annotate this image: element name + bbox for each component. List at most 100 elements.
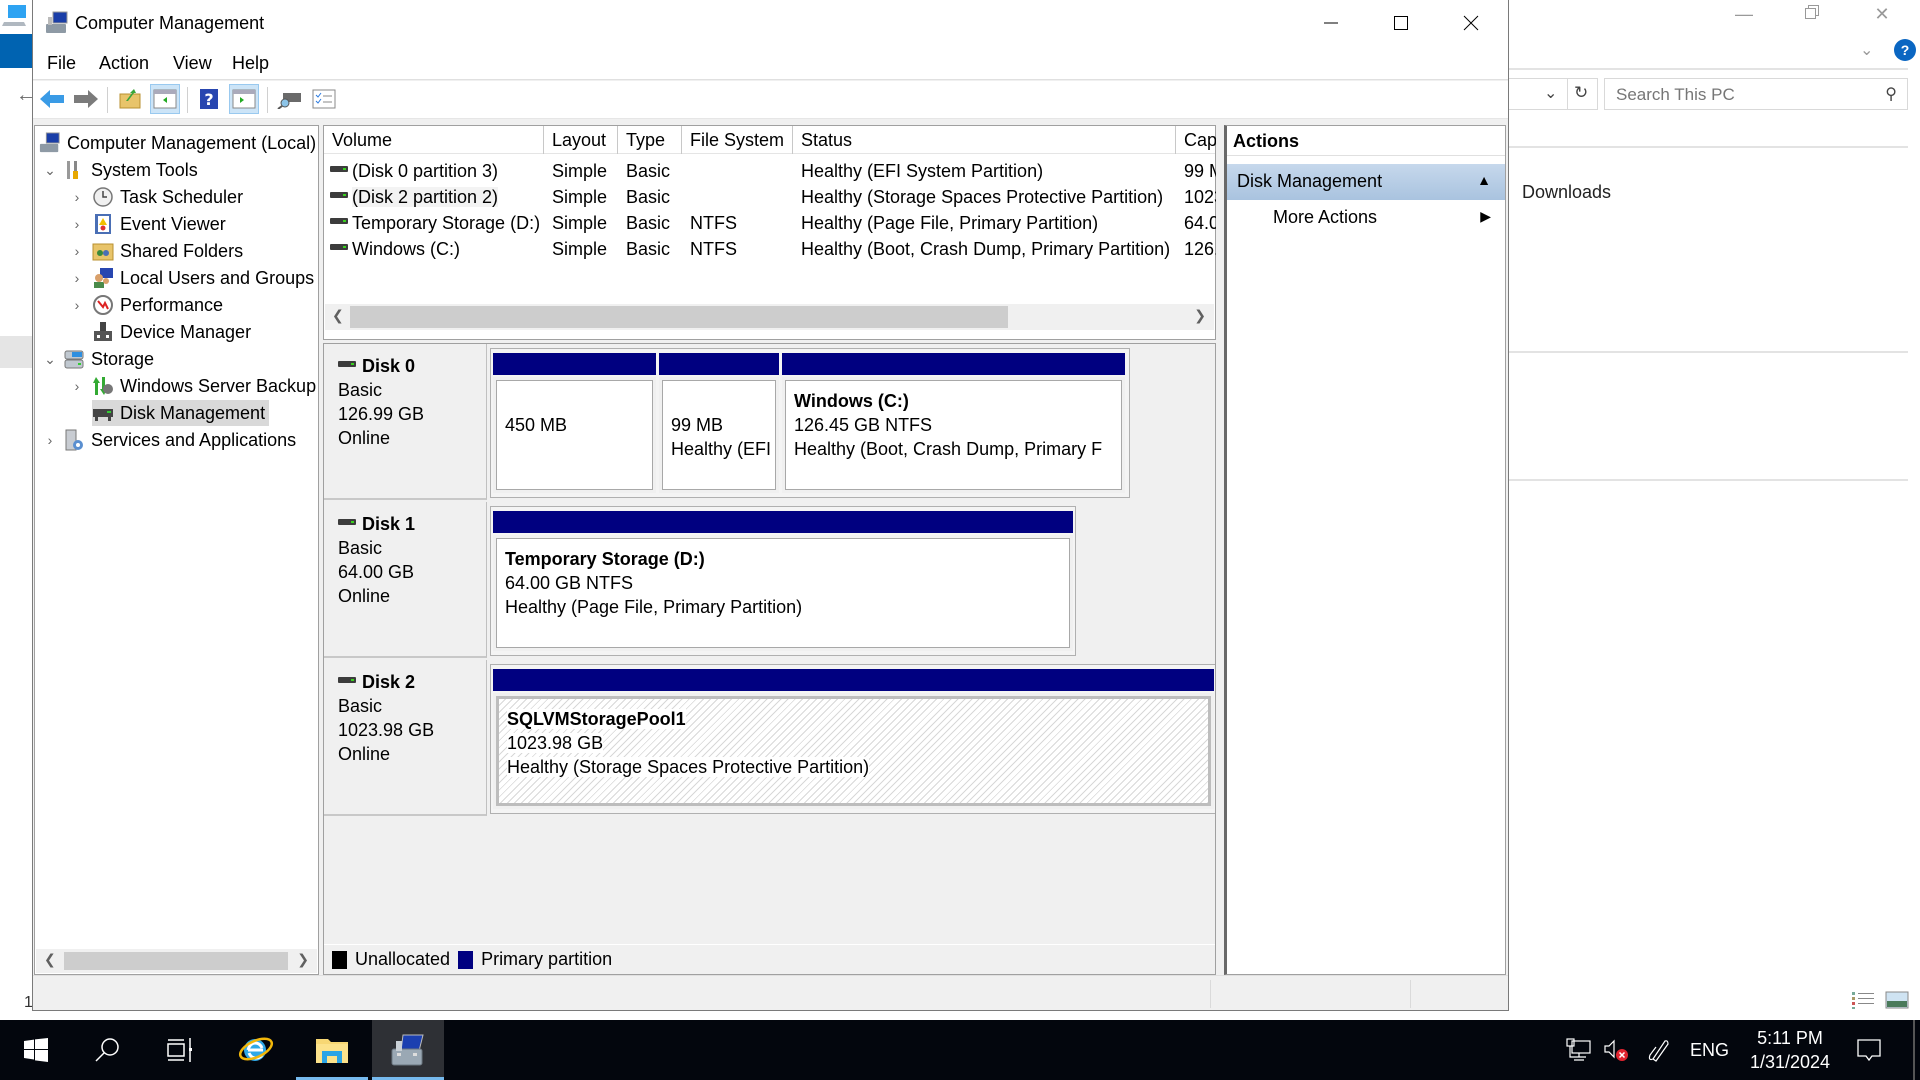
chevron-right-icon[interactable]: › bbox=[43, 432, 57, 448]
address-bar-controls[interactable]: ⌄ bbox=[1508, 78, 1568, 110]
pen-workspace-icon[interactable] bbox=[1647, 1020, 1671, 1080]
chevron-right-icon[interactable]: › bbox=[70, 189, 84, 205]
minimize-icon[interactable]: — bbox=[1724, 4, 1764, 32]
partition[interactable]: Windows (C:) 126.45 GB NTFS Healthy (Boo… bbox=[782, 353, 1125, 493]
folder-up-icon bbox=[119, 89, 141, 109]
scroll-right-icon[interactable]: ❯ bbox=[297, 951, 309, 968]
show-hide-action-pane-button[interactable] bbox=[229, 84, 259, 114]
column-type[interactable]: Type bbox=[618, 126, 682, 154]
details-view-icon[interactable] bbox=[1851, 990, 1875, 1010]
network-icon[interactable] bbox=[1566, 1020, 1592, 1080]
actions-section-disk-management[interactable]: Disk Management ▲ bbox=[1227, 164, 1505, 200]
address-dropdown-icon[interactable]: ⌄ bbox=[1544, 83, 1557, 103]
table-row[interactable]: (Disk 2 partition 2) Simple Basic Health… bbox=[324, 184, 1216, 210]
back-button[interactable] bbox=[37, 84, 67, 114]
table-row[interactable]: (Disk 0 partition 3) Simple Basic Health… bbox=[324, 158, 1216, 184]
close-icon bbox=[1463, 15, 1479, 31]
disk-info[interactable]: Disk 2 Basic 1023.98 GB Online bbox=[324, 660, 487, 816]
column-volume[interactable]: Volume bbox=[324, 126, 544, 154]
refresh-button[interactable]: ↻ bbox=[1568, 78, 1598, 110]
chevron-right-icon[interactable]: › bbox=[70, 243, 84, 259]
menu-help[interactable]: Help bbox=[232, 53, 269, 74]
column-layout[interactable]: Layout bbox=[544, 126, 618, 154]
show-hide-console-tree-button[interactable] bbox=[150, 84, 180, 114]
language-indicator[interactable]: ENG bbox=[1690, 1020, 1729, 1080]
volume-list-horizontal-scrollbar[interactable]: ❮ ❯ bbox=[325, 304, 1214, 330]
task-view-button[interactable] bbox=[144, 1020, 216, 1080]
downloads-item[interactable]: Downloads bbox=[1522, 182, 1611, 203]
table-row[interactable]: Windows (C:) Simple Basic NTFS Healthy (… bbox=[324, 236, 1216, 262]
computer-management-taskbar-button[interactable] bbox=[372, 1020, 444, 1080]
forward-button[interactable] bbox=[71, 84, 101, 114]
ribbon-tab-highlight[interactable] bbox=[0, 34, 32, 68]
connect-drive-button[interactable] bbox=[275, 84, 305, 114]
table-row[interactable]: Temporary Storage (D:) Simple Basic NTFS… bbox=[324, 210, 1216, 236]
tree-item-shared-folders[interactable]: › Shared Folders bbox=[75, 238, 243, 264]
close-icon[interactable]: ✕ bbox=[1862, 4, 1902, 32]
scroll-left-icon[interactable]: ❮ bbox=[44, 951, 56, 968]
restore-icon[interactable] bbox=[1792, 4, 1832, 32]
disk-info[interactable]: Disk 1 Basic 64.00 GB Online bbox=[324, 502, 487, 658]
file-explorer-button[interactable] bbox=[296, 1020, 368, 1080]
column-status[interactable]: Status bbox=[793, 126, 1176, 154]
title-bar[interactable]: Computer Management bbox=[33, 0, 1508, 46]
scrollbar-thumb[interactable] bbox=[350, 306, 1008, 328]
chevron-right-icon[interactable]: › bbox=[70, 378, 84, 394]
menu-view[interactable]: View bbox=[173, 53, 212, 74]
clock[interactable]: 5:11 PM 1/31/2024 bbox=[1740, 1026, 1840, 1074]
chevron-right-icon[interactable]: › bbox=[70, 216, 84, 232]
collapse-triangle-icon[interactable]: ▲ bbox=[1477, 172, 1491, 188]
tree-item-label: Device Manager bbox=[120, 321, 252, 342]
start-button[interactable] bbox=[0, 1020, 72, 1080]
chevron-down-icon[interactable]: ⌄ bbox=[43, 162, 57, 179]
properties-button[interactable] bbox=[309, 84, 339, 114]
volume-muted-icon[interactable] bbox=[1603, 1020, 1631, 1080]
tree-item-event-viewer[interactable]: › Event Viewer bbox=[75, 211, 226, 237]
tree-item-disk-management[interactable]: Disk Management bbox=[92, 400, 270, 426]
action-more-actions[interactable]: More Actions ▶ bbox=[1227, 200, 1505, 234]
partition[interactable]: SQLVMStoragePool1 1023.98 GB Healthy (St… bbox=[493, 669, 1214, 809]
tree-item-storage[interactable]: ⌄ Storage bbox=[44, 346, 154, 372]
scrollbar-thumb[interactable] bbox=[64, 952, 288, 970]
expand-ribbon-icon[interactable]: ⌄ bbox=[1860, 40, 1873, 60]
type-cell: Basic bbox=[626, 161, 671, 181]
tree-item-performance[interactable]: › Performance bbox=[75, 292, 223, 318]
search-box[interactable]: Search This PC ⚲ bbox=[1604, 78, 1908, 110]
disk-info[interactable]: Disk 0 Basic 126.99 GB Online bbox=[324, 344, 487, 500]
tree-item-device-manager[interactable]: Device Manager bbox=[92, 319, 251, 345]
tree-item-services-applications[interactable]: › Services and Applications bbox=[48, 427, 296, 453]
partition[interactable]: 99 MB Healthy (EFI bbox=[659, 353, 779, 493]
large-icons-view-icon[interactable] bbox=[1885, 990, 1909, 1010]
menu-file[interactable]: File bbox=[47, 53, 76, 74]
tree-item-label: Task Scheduler bbox=[120, 186, 244, 207]
internet-explorer-button[interactable] bbox=[220, 1020, 292, 1080]
tree-item-windows-server-backup[interactable]: › Windows Server Backup bbox=[75, 373, 316, 399]
tree-item-local-users-groups[interactable]: › Local Users and Groups bbox=[75, 265, 314, 291]
search-icon[interactable]: ⚲ bbox=[1885, 84, 1897, 104]
tree-item-task-scheduler[interactable]: › Task Scheduler bbox=[75, 184, 244, 210]
chevron-right-icon[interactable]: › bbox=[70, 270, 84, 286]
scroll-right-icon[interactable]: ❯ bbox=[1194, 307, 1206, 324]
chevron-down-icon[interactable]: ⌄ bbox=[43, 351, 57, 368]
tree-item-system-tools[interactable]: ⌄ System Tools bbox=[44, 157, 198, 183]
help-button[interactable]: ? bbox=[194, 84, 224, 114]
maximize-button[interactable] bbox=[1366, 0, 1436, 46]
chevron-right-icon[interactable]: › bbox=[70, 297, 84, 313]
minimize-button[interactable] bbox=[1296, 0, 1366, 46]
close-button[interactable] bbox=[1436, 0, 1506, 46]
column-file-system[interactable]: File System bbox=[682, 126, 793, 154]
tree-horizontal-scrollbar[interactable]: ❮ ❯ bbox=[36, 949, 317, 973]
partition[interactable]: Temporary Storage (D:) 64.00 GB NTFS Hea… bbox=[493, 511, 1073, 651]
column-capacity[interactable]: Capa bbox=[1176, 126, 1216, 154]
tree-root[interactable]: Computer Management (Local) bbox=[39, 130, 316, 156]
partition[interactable]: 450 MB bbox=[493, 353, 656, 493]
show-desktop-button[interactable] bbox=[1913, 1020, 1915, 1080]
action-center-icon[interactable] bbox=[1856, 1020, 1882, 1080]
menu-action[interactable]: Action bbox=[99, 53, 149, 74]
nav-pane-selected-item[interactable] bbox=[0, 336, 32, 368]
scroll-left-icon[interactable]: ❮ bbox=[332, 307, 344, 324]
search-button[interactable] bbox=[72, 1020, 144, 1080]
help-icon[interactable]: ? bbox=[1894, 39, 1916, 61]
up-one-level-button[interactable] bbox=[115, 84, 145, 114]
disk-row-2: Disk 2 Basic 1023.98 GB Online SQLVMStor… bbox=[324, 660, 1215, 818]
